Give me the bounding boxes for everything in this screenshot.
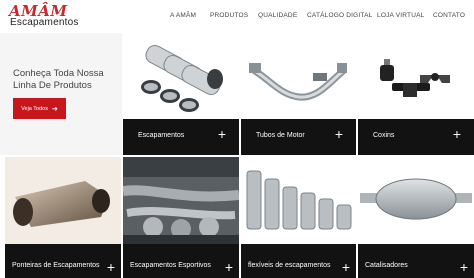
plus-icon[interactable]: +	[460, 260, 468, 274]
product-tile-escapamentos[interactable]: Escapamentos +	[123, 33, 239, 155]
product-tile-coxins[interactable]: Coxins +	[358, 33, 474, 155]
nav-a-amam[interactable]: A AMÂM	[170, 12, 196, 19]
plus-icon[interactable]: +	[225, 260, 233, 274]
product-tile-tubos-de-motor[interactable]: Tubos de Motor +	[241, 33, 356, 155]
main-nav: A AMÂM PRODUTOS QUALIDADE CATÁLOGO DIGIT…	[0, 12, 474, 22]
product-tile-catalisadores[interactable]: Catalisadores +	[358, 157, 474, 278]
tile-label: Coxins	[373, 132, 395, 139]
intro-panel: Conheça Toda Nossa Linha De Produtos Vej…	[0, 33, 122, 155]
site-header: AMÂM Escapamentos A AMÂM PRODUTOS QUALID…	[0, 0, 474, 31]
tile-label: Tubos de Motor	[256, 132, 305, 139]
tile-label: Ponteiras de Escapamentos	[12, 262, 100, 269]
plus-icon[interactable]: +	[107, 260, 115, 274]
plus-icon[interactable]: +	[218, 127, 226, 141]
nav-qualidade[interactable]: QUALIDADE	[258, 12, 297, 19]
tile-caption-bar: Tubos de Motor +	[241, 119, 356, 155]
intro-title: Conheça Toda Nossa Linha De Produtos	[13, 68, 104, 91]
tile-label: flexíveis de escapamentos	[248, 262, 331, 269]
tile-label: Catalisadores	[365, 262, 408, 269]
nav-loja-virtual[interactable]: LOJA VIRTUAL	[377, 12, 424, 19]
tile-label: Escapamentos Esportivos	[130, 262, 211, 269]
tile-caption-bar: Escapamentos +	[123, 119, 239, 155]
tile-caption-bar: Escapamentos Esportivos +	[123, 244, 239, 278]
see-all-label: Veja Todos	[21, 105, 48, 112]
tile-caption-bar: flexíveis de escapamentos +	[241, 244, 356, 278]
product-tile-ponteiras[interactable]: Ponteiras de Escapamentos +	[5, 157, 121, 278]
tile-label: Escapamentos	[138, 132, 185, 139]
arrow-right-icon: ➔	[51, 105, 58, 113]
nav-catalogo-digital[interactable]: CATÁLOGO DIGITAL	[307, 12, 372, 19]
tile-caption-bar: Coxins +	[358, 119, 474, 155]
product-tile-flexiveis[interactable]: flexíveis de escapamentos +	[241, 157, 356, 278]
product-tile-escapamentos-esportivos[interactable]: Escapamentos Esportivos +	[123, 157, 239, 278]
nav-produtos[interactable]: PRODUTOS	[210, 12, 248, 19]
nav-contato[interactable]: CONTATO	[433, 12, 465, 19]
tile-caption-bar: Catalisadores +	[358, 244, 474, 278]
plus-icon[interactable]: +	[453, 127, 461, 141]
plus-icon[interactable]: +	[335, 127, 343, 141]
plus-icon[interactable]: +	[342, 260, 350, 274]
see-all-button[interactable]: Veja Todos ➔	[13, 98, 66, 119]
tile-caption-bar: Ponteiras de Escapamentos +	[5, 244, 121, 278]
